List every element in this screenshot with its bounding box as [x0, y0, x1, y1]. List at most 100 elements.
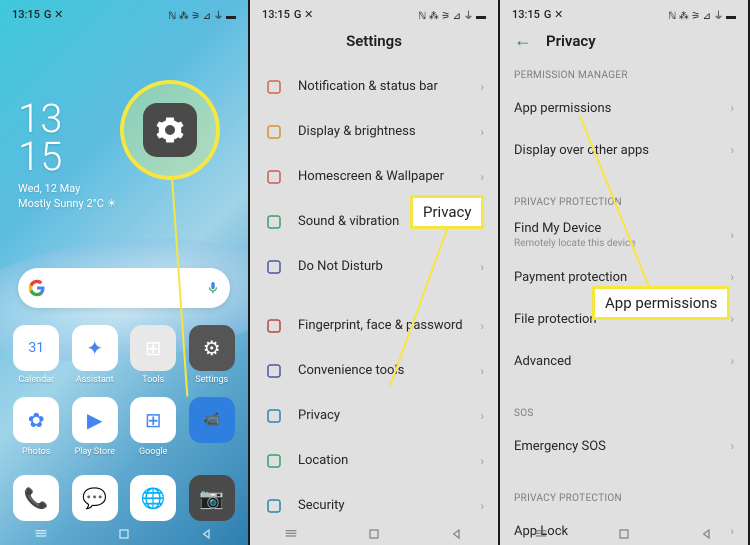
nav-home-icon[interactable]: [116, 526, 132, 542]
section-header: PRIVACY PROTECTION: [500, 187, 748, 214]
chevron-right-icon: ›: [480, 499, 484, 513]
privacy-item-sub: Remotely locate this device: [514, 238, 722, 249]
app-tile: ✦: [72, 325, 118, 371]
clock-widget[interactable]: 13 15 Wed, 12 May Mostly Sunny 2°C ☀: [18, 100, 116, 210]
status-icons-right: ℕ ⁂ ⚞ ⊿ ⏚ ▬: [168, 7, 236, 22]
settings-item-homescreen-wallpaper[interactable]: Homescreen & Wallpaper›: [250, 154, 498, 199]
privacy-item-display-over-other-apps[interactable]: Display over other apps›: [500, 129, 748, 171]
settings-item-label: Notification & status bar: [298, 79, 466, 94]
app-tools[interactable]: ⊞Tools: [127, 325, 180, 385]
status-bar: 13:15G ✕ ℕ ⁂ ⚞ ⊿ ⏚ ▬: [0, 0, 248, 28]
settings-item-label: Fingerprint, face & password: [298, 318, 466, 333]
nav-bar: [0, 523, 248, 545]
gear-icon: [155, 115, 185, 145]
settings-item-location[interactable]: Location ›: [250, 438, 498, 483]
chevron-right-icon: ›: [480, 364, 484, 378]
privacy-header: ← Privacy: [500, 30, 748, 51]
privacy-item-label: Find My Device: [514, 221, 722, 236]
section-header: SOS: [500, 398, 748, 425]
privacy-title: Privacy: [546, 32, 596, 50]
settings-item-display-brightness[interactable]: Display & brightness›: [250, 109, 498, 154]
privacy-item-advanced[interactable]: Advanced›: [500, 340, 748, 382]
clock-date: Wed, 12 May: [18, 182, 116, 195]
nav-home-icon[interactable]: [366, 526, 382, 542]
settings-item-label: Homescreen & Wallpaper: [298, 169, 466, 184]
app-label: Calendar: [18, 375, 54, 385]
chevron-right-icon: ›: [480, 454, 484, 468]
app-play store[interactable]: ▶ Play Store: [69, 397, 122, 457]
status-bar: 13:15G ✕ ℕ ⁂ ⚞ ⊿ ⏚ ▬: [500, 0, 748, 28]
google-search-bar[interactable]: [18, 268, 230, 308]
nav-recent-icon[interactable]: [33, 526, 49, 542]
settings-list[interactable]: Notification & status bar›Display & brig…: [250, 64, 498, 523]
app-grid: 31Calendar✦Assistant⊞Tools⚙Settings✿Phot…: [10, 325, 238, 457]
chevron-right-icon: ›: [730, 228, 734, 242]
nav-home-icon[interactable]: [616, 526, 632, 542]
settings-item-label: Privacy: [298, 408, 466, 423]
nav-back-icon[interactable]: [449, 526, 465, 542]
app-tile: ⊞: [130, 397, 176, 443]
nav-bar: [500, 523, 748, 545]
chevron-right-icon: ›: [730, 439, 734, 453]
privacy-item-find-my-device[interactable]: Find My Device Remotely locate this devic…: [500, 214, 748, 256]
dock-app[interactable]: 📷: [186, 475, 239, 521]
clock-weather: Mostly Sunny 2°C ☀: [18, 197, 116, 210]
back-arrow-icon[interactable]: ←: [514, 30, 532, 51]
settings-item-icon: [264, 212, 284, 232]
chevron-right-icon: ›: [730, 101, 734, 115]
app-label: Tools: [142, 375, 164, 385]
nav-back-icon[interactable]: [699, 526, 715, 542]
app-calendar[interactable]: 31 Calendar: [10, 325, 63, 385]
settings-item-icon: [264, 406, 284, 426]
privacy-item-label: Advanced: [514, 354, 722, 369]
settings-item-privacy[interactable]: Privacy›: [250, 393, 498, 438]
privacy-item-app-permissions[interactable]: App permissions ›: [500, 87, 748, 129]
app-google[interactable]: ⊞ Google: [127, 397, 180, 457]
app-tile: ▶: [72, 397, 118, 443]
callout-app-permissions: App permissions: [592, 286, 730, 320]
privacy-item-label: Emergency SOS: [514, 439, 722, 454]
phone-privacy: 13:15G ✕ ℕ ⁂ ⚞ ⊿ ⏚ ▬ ← Privacy PERMISSIO…: [500, 0, 750, 545]
settings-item-security[interactable]: Security›: [250, 483, 498, 523]
app-settings[interactable]: ⚙Settings: [186, 325, 239, 385]
settings-item-do-not-disturb[interactable]: Do Not Disturb ›: [250, 244, 498, 289]
chevron-right-icon: ›: [480, 319, 484, 333]
mic-icon[interactable]: [206, 281, 220, 295]
settings-item-label: Display & brightness: [298, 124, 466, 139]
settings-app-large[interactable]: [143, 103, 197, 157]
section-header: PRIVACY PROTECTION: [500, 483, 748, 510]
phone-settings: 13:15G ✕ ℕ ⁂ ⚞ ⊿ ⏚ ▬ Settings Notificati…: [250, 0, 500, 545]
settings-item-icon: [264, 122, 284, 142]
app-assistant[interactable]: ✦ Assistant: [69, 325, 122, 385]
chevron-right-icon: ›: [730, 312, 734, 326]
app-label: Play Store: [75, 447, 115, 457]
phone-home: 13:15G ✕ ℕ ⁂ ⚞ ⊿ ⏚ ▬ 13 15 Wed, 12 May M…: [0, 0, 250, 545]
app-label: Google: [139, 447, 167, 457]
dock-app[interactable]: 📞: [10, 475, 63, 521]
settings-item-label: Location: [298, 453, 466, 468]
app-label: Assistant: [76, 375, 114, 385]
settings-item-notification-status-bar[interactable]: Notification & status bar›: [250, 64, 498, 109]
app-icon[interactable]: 📹: [186, 397, 239, 457]
chevron-right-icon: ›: [730, 143, 734, 157]
nav-recent-icon[interactable]: [283, 526, 299, 542]
dock-app[interactable]: 🌐: [127, 475, 180, 521]
app-photos[interactable]: ✿Photos: [10, 397, 63, 457]
settings-item-convenience-tools[interactable]: Convenience tools›: [250, 348, 498, 393]
settings-item-label: Do Not Disturb: [298, 259, 466, 274]
chevron-right-icon: ›: [480, 260, 484, 274]
dock-app[interactable]: 💬: [69, 475, 122, 521]
nav-recent-icon[interactable]: [533, 526, 549, 542]
privacy-item-label: App permissions: [514, 101, 722, 116]
settings-item-icon: [264, 496, 284, 516]
nav-back-icon[interactable]: [199, 526, 215, 542]
privacy-item-emergency-sos[interactable]: Emergency SOS ›: [500, 425, 748, 467]
privacy-item-label: Payment protection: [514, 270, 722, 285]
settings-highlight-circle: [120, 80, 220, 180]
settings-item-fingerprint-face-password[interactable]: Fingerprint, face & password ›: [250, 303, 498, 348]
dock: 📞💬🌐📷: [10, 475, 238, 521]
app-tile: 31: [13, 325, 59, 371]
status-bar: 13:15G ✕ ℕ ⁂ ⚞ ⊿ ⏚ ▬: [250, 0, 498, 28]
nav-bar: [250, 523, 498, 545]
callout-privacy: Privacy: [410, 195, 484, 229]
